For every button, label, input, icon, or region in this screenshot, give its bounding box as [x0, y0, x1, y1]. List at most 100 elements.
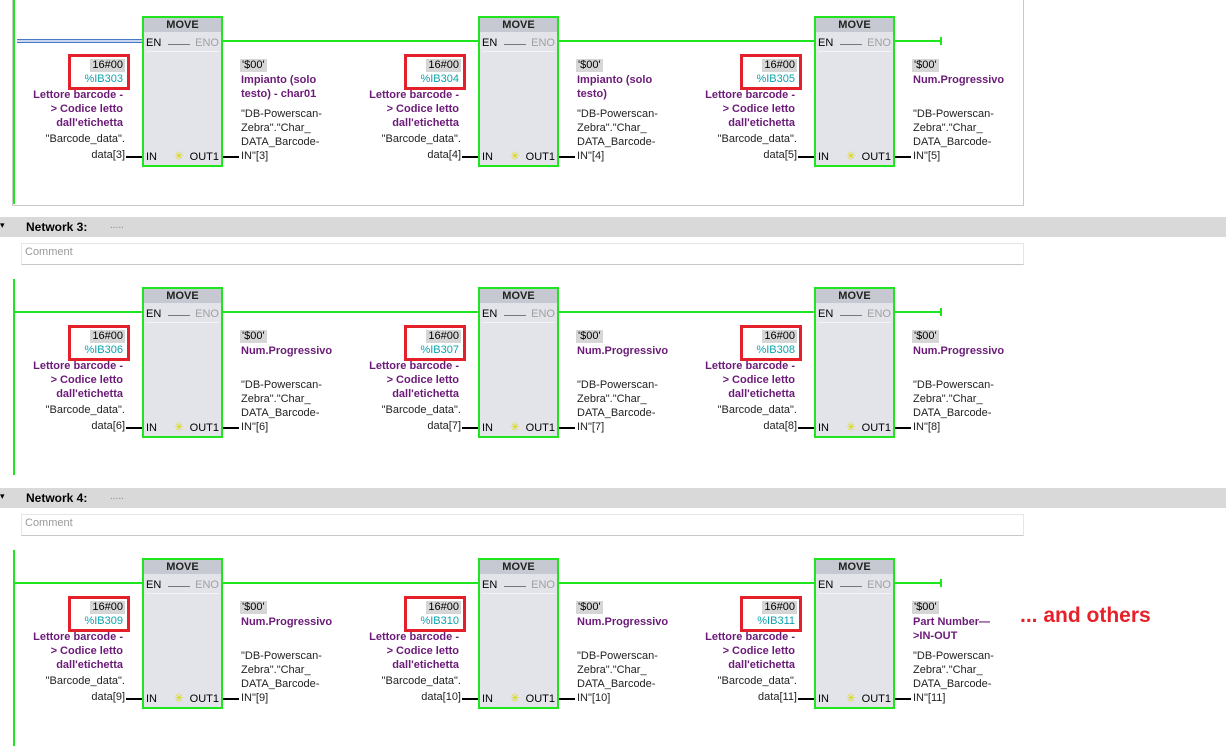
rung-wire[interactable] — [895, 311, 941, 313]
input-operand-line[interactable]: "Barcode_data". — [718, 674, 797, 688]
input-operand-line[interactable]: data[6] — [91, 419, 125, 433]
output-operand-line[interactable]: "DB-Powerscan- — [577, 107, 658, 121]
input-operand-line[interactable]: "Barcode_data". — [382, 403, 461, 417]
input-address[interactable]: %IB310 — [420, 615, 459, 628]
input-operand-line[interactable]: "Barcode_data". — [382, 132, 461, 146]
output-operand-line[interactable]: DATA_Barcode- — [913, 406, 991, 420]
output-operand-line[interactable]: Zebra"."Char_ — [241, 121, 311, 135]
network-description[interactable]: ..... — [110, 220, 124, 231]
output-operand-line[interactable]: IN"[7] — [577, 420, 604, 434]
input-operand-line[interactable]: "Barcode_data". — [46, 674, 125, 688]
extend-star-icon[interactable]: ✳ — [174, 420, 184, 434]
output-operand-line[interactable]: "DB-Powerscan- — [913, 649, 994, 663]
output-operand-line[interactable]: "DB-Powerscan- — [241, 378, 322, 392]
output-operand-line[interactable]: IN"[5] — [913, 149, 940, 163]
network-comment-field[interactable]: Comment — [21, 243, 1024, 265]
rung-wire[interactable] — [223, 40, 478, 42]
input-constant[interactable]: 16#00 — [762, 601, 797, 614]
output-operand-line[interactable]: Zebra"."Char_ — [241, 392, 311, 406]
input-constant[interactable]: 16#00 — [762, 330, 797, 343]
output-operand-line[interactable]: DATA_Barcode- — [577, 677, 655, 691]
output-operand-line[interactable]: DATA_Barcode- — [241, 135, 319, 149]
move-block[interactable]: MOVE EN ENO IN ✳ OUT1 — [142, 558, 223, 709]
output-operand-line[interactable]: Zebra"."Char_ — [577, 663, 647, 677]
input-address[interactable]: %IB306 — [84, 344, 123, 357]
collapse-arrow-icon[interactable]: ▾ — [0, 220, 5, 231]
input-operand-line[interactable]: data[5] — [763, 148, 797, 162]
output-operand-line[interactable]: IN"[8] — [913, 420, 940, 434]
move-block[interactable]: MOVE EN ENO IN ✳ OUT1 — [478, 287, 559, 438]
input-operand-line[interactable]: data[10] — [421, 690, 461, 704]
collapse-arrow-icon[interactable]: ▾ — [0, 491, 5, 502]
network-comment-field[interactable]: Comment — [21, 514, 1024, 536]
output-operand-line[interactable]: IN"[4] — [577, 149, 604, 163]
network-header[interactable]: ▾ Network 3:..... — [0, 217, 1226, 237]
output-operand-line[interactable]: DATA_Barcode- — [241, 406, 319, 420]
output-operand-line[interactable]: Zebra"."Char_ — [577, 121, 647, 135]
input-constant[interactable]: 16#00 — [426, 330, 461, 343]
output-operand-line[interactable]: "DB-Powerscan- — [913, 107, 994, 121]
input-address[interactable]: %IB309 — [84, 615, 123, 628]
input-operand-line[interactable]: data[11] — [758, 690, 797, 704]
output-constant[interactable]: '$00' — [576, 330, 603, 343]
rung-wire[interactable] — [895, 40, 941, 42]
selected-wire[interactable] — [17, 39, 142, 43]
input-address[interactable]: %IB305 — [756, 73, 795, 86]
input-constant[interactable]: 16#00 — [90, 330, 125, 343]
input-operand-line[interactable]: data[8] — [763, 419, 797, 433]
output-operand-line[interactable]: Zebra"."Char_ — [913, 392, 983, 406]
input-constant[interactable]: 16#00 — [762, 59, 797, 72]
extend-star-icon[interactable]: ✳ — [846, 691, 856, 705]
output-operand-line[interactable]: "DB-Powerscan- — [577, 649, 658, 663]
network-description[interactable]: ..... — [110, 491, 124, 502]
rung-wire[interactable] — [559, 582, 814, 584]
move-block[interactable]: MOVE EN ENO IN ✳ OUT1 — [814, 287, 895, 438]
extend-star-icon[interactable]: ✳ — [174, 149, 184, 163]
input-operand-line[interactable]: "Barcode_data". — [46, 132, 125, 146]
output-operand-line[interactable]: DATA_Barcode- — [577, 135, 655, 149]
input-address[interactable]: %IB304 — [420, 73, 459, 86]
output-operand-line[interactable]: IN"[9] — [241, 691, 268, 705]
input-constant[interactable]: 16#00 — [426, 59, 461, 72]
input-constant[interactable]: 16#00 — [90, 601, 125, 614]
rung-wire[interactable] — [223, 311, 478, 313]
extend-star-icon[interactable]: ✳ — [846, 420, 856, 434]
output-operand-line[interactable]: IN"[3] — [241, 149, 268, 163]
rung-wire[interactable] — [223, 582, 478, 584]
rung-wire[interactable] — [895, 582, 941, 584]
output-operand-line[interactable]: Zebra"."Char_ — [913, 663, 983, 677]
extend-star-icon[interactable]: ✳ — [846, 149, 856, 163]
output-operand-line[interactable]: "DB-Powerscan- — [913, 378, 994, 392]
input-operand-line[interactable]: data[7] — [427, 419, 461, 433]
input-address[interactable]: %IB307 — [420, 344, 459, 357]
input-constant[interactable]: 16#00 — [90, 59, 125, 72]
output-operand-line[interactable]: DATA_Barcode- — [913, 677, 991, 691]
input-address[interactable]: %IB303 — [84, 73, 123, 86]
input-operand-line[interactable]: data[9] — [91, 690, 125, 704]
move-block[interactable]: MOVE EN ENO IN ✳ OUT1 — [142, 287, 223, 438]
input-operand-line[interactable]: data[3] — [91, 148, 125, 162]
extend-star-icon[interactable]: ✳ — [174, 691, 184, 705]
input-address[interactable]: %IB311 — [757, 615, 795, 628]
output-operand-line[interactable]: IN"[6] — [241, 420, 268, 434]
move-block[interactable]: MOVE EN ENO IN ✳ OUT1 — [478, 16, 559, 167]
extend-star-icon[interactable]: ✳ — [510, 420, 520, 434]
input-operand-line[interactable]: "Barcode_data". — [46, 403, 125, 417]
output-constant[interactable]: '$00' — [912, 601, 939, 614]
network-header[interactable]: ▾ Network 4:..... — [0, 488, 1226, 508]
output-operand-line[interactable]: Zebra"."Char_ — [577, 392, 647, 406]
output-operand-line[interactable]: Zebra"."Char_ — [913, 121, 983, 135]
input-constant[interactable]: 16#00 — [426, 601, 461, 614]
rung-wire[interactable] — [559, 40, 814, 42]
output-constant[interactable]: '$00' — [576, 601, 603, 614]
output-constant[interactable]: '$00' — [912, 59, 939, 72]
output-operand-line[interactable]: IN"[11] — [913, 691, 945, 705]
input-operand-line[interactable]: "Barcode_data". — [718, 132, 797, 146]
move-block[interactable]: MOVE EN ENO IN ✳ OUT1 — [142, 16, 223, 167]
output-operand-line[interactable]: "DB-Powerscan- — [241, 649, 322, 663]
rung-wire[interactable] — [15, 582, 142, 584]
input-operand-line[interactable]: data[4] — [427, 148, 461, 162]
output-constant[interactable]: '$00' — [240, 601, 267, 614]
output-operand-line[interactable]: "DB-Powerscan- — [241, 107, 322, 121]
output-operand-line[interactable]: DATA_Barcode- — [241, 677, 319, 691]
